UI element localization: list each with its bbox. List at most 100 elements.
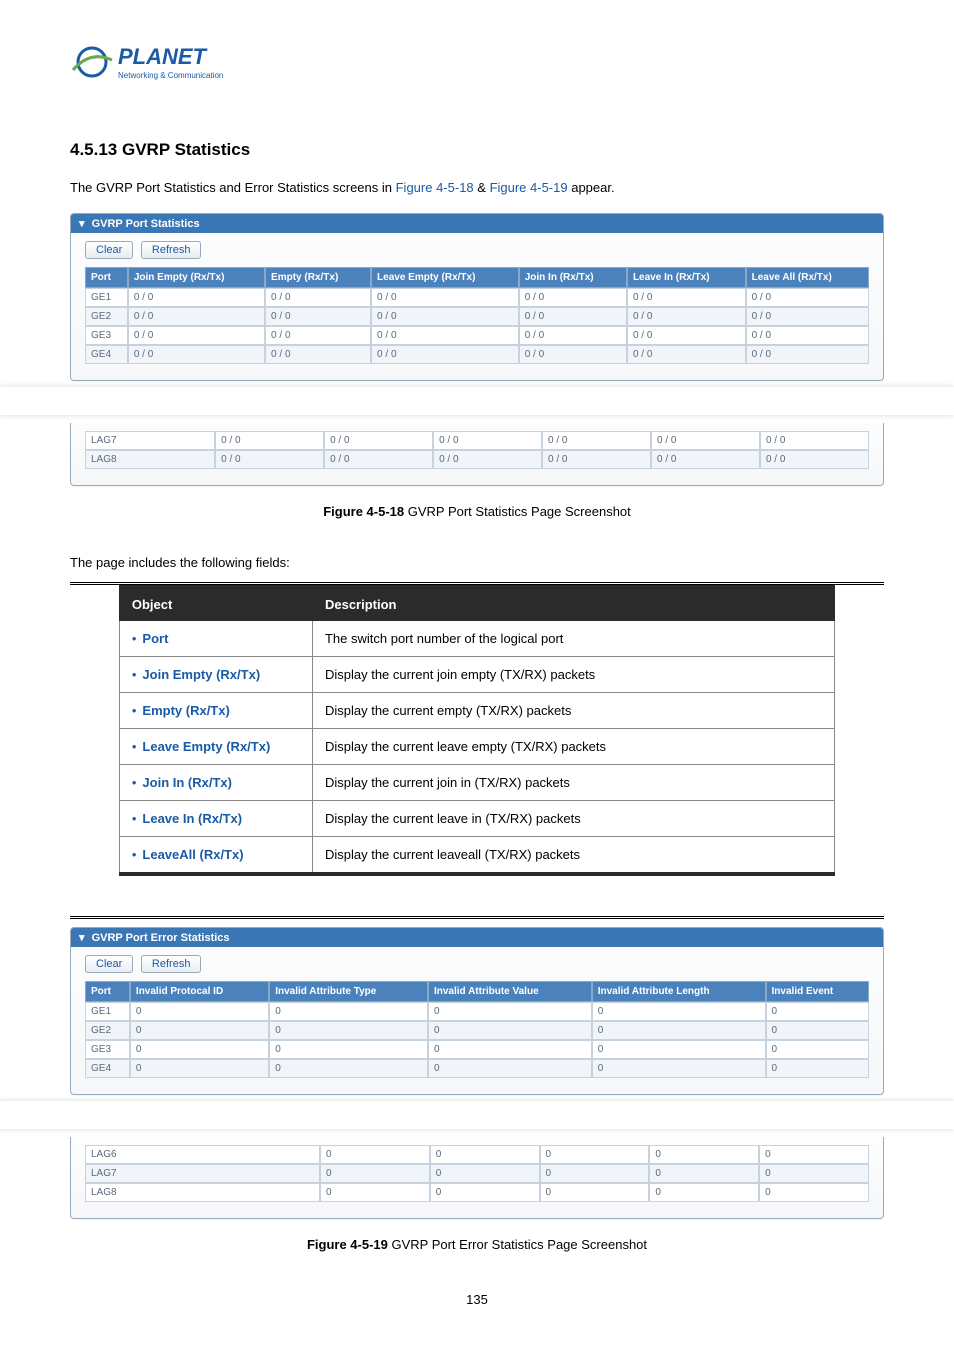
- col-header: Invalid Event: [766, 981, 869, 1002]
- chevron-down-icon: ▾: [79, 218, 85, 230]
- port-stats-table-top: PortJoin Empty (Rx/Tx)Empty (Rx/Tx)Leave…: [85, 267, 869, 364]
- table-cell: 0 / 0: [746, 345, 869, 364]
- table-row: GE10 / 00 / 00 / 00 / 00 / 00 / 0: [85, 288, 869, 307]
- col-header: Port: [85, 267, 128, 288]
- table-row: •Join Empty (Rx/Tx)Display the current j…: [119, 657, 834, 693]
- table-cell: 0 / 0: [128, 345, 265, 364]
- table-row: LAG700000: [85, 1164, 869, 1183]
- table-cell: 0 / 0: [324, 450, 433, 469]
- table-cell: 0 / 0: [746, 288, 869, 307]
- table-cell: LAG6: [85, 1145, 320, 1164]
- table-cell: 0: [428, 1059, 592, 1078]
- description-cell: Display the current leaveall (TX/RX) pac…: [312, 837, 834, 875]
- description-cell: Display the current join in (TX/RX) pack…: [312, 765, 834, 801]
- table-row: GE400000: [85, 1059, 869, 1078]
- table-cell: 0 / 0: [746, 307, 869, 326]
- table-cell: 0: [759, 1183, 869, 1202]
- table-cell: 0 / 0: [542, 431, 651, 450]
- table-cell: 0: [320, 1164, 430, 1183]
- table-row: •Empty (Rx/Tx)Display the current empty …: [119, 693, 834, 729]
- table-cell: 0 / 0: [371, 345, 519, 364]
- object-cell: •Port: [119, 621, 312, 657]
- object-cell: •Leave Empty (Rx/Tx): [119, 729, 312, 765]
- port-stats-table-bottom: LAG70 / 00 / 00 / 00 / 00 / 00 / 0LAG80 …: [85, 431, 869, 469]
- table-cell: 0 / 0: [215, 450, 324, 469]
- col-header: Invalid Attribute Type: [269, 981, 428, 1002]
- table-cell: 0 / 0: [371, 307, 519, 326]
- col-header: Join In (Rx/Tx): [519, 267, 627, 288]
- table-cell: 0 / 0: [627, 307, 746, 326]
- table-cell: 0: [130, 1021, 269, 1040]
- logo-brand-text: PLANET: [118, 44, 208, 69]
- col-header: Port: [85, 981, 130, 1002]
- table-cell: 0 / 0: [627, 288, 746, 307]
- gvrp-port-statistics-panel: ▾ GVRP Port Statistics Clear Refresh Por…: [70, 213, 884, 381]
- table-row: •LeaveAll (Rx/Tx)Display the current lea…: [119, 837, 834, 875]
- table-cell: 0 / 0: [371, 288, 519, 307]
- figure-link-2[interactable]: Figure 4-5-19: [490, 180, 568, 195]
- logo-tagline-text: Networking & Communication: [118, 71, 223, 80]
- table-row: LAG80 / 00 / 00 / 00 / 00 / 00 / 0: [85, 450, 869, 469]
- table-cell: 0: [759, 1164, 869, 1183]
- table-cell: 0: [540, 1145, 650, 1164]
- table-cell: 0 / 0: [627, 326, 746, 345]
- panel-title[interactable]: ▾ GVRP Port Error Statistics: [71, 928, 883, 947]
- table-row: •Join In (Rx/Tx)Display the current join…: [119, 765, 834, 801]
- table-row: LAG600000: [85, 1145, 869, 1164]
- table-cell: 0 / 0: [519, 288, 627, 307]
- table-row: •PortThe switch port number of the logic…: [119, 621, 834, 657]
- table-cell: 0: [592, 1021, 766, 1040]
- table-row: GE40 / 00 / 00 / 00 / 00 / 00 / 0: [85, 345, 869, 364]
- panel-title[interactable]: ▾ GVRP Port Statistics: [71, 214, 883, 233]
- table-row: GE200000: [85, 1021, 869, 1040]
- figure-caption-1: Figure 4-5-18 GVRP Port Statistics Page …: [70, 504, 884, 519]
- col-header: Invalid Protocal ID: [130, 981, 269, 1002]
- table-cell: 0: [592, 1002, 766, 1021]
- clear-button[interactable]: Clear: [85, 955, 133, 973]
- table-cell: 0 / 0: [627, 345, 746, 364]
- table-cell: 0: [269, 1040, 428, 1059]
- table-cell: 0: [430, 1145, 540, 1164]
- table-cell: 0: [130, 1040, 269, 1059]
- table-cell: 0 / 0: [371, 326, 519, 345]
- table-row: LAG800000: [85, 1183, 869, 1202]
- col-object: Object: [119, 587, 312, 621]
- table-cell: 0 / 0: [519, 307, 627, 326]
- table-cell: 0 / 0: [128, 307, 265, 326]
- table-cell: 0 / 0: [265, 326, 371, 345]
- page-break-gap: [0, 387, 954, 415]
- table-row: LAG70 / 00 / 00 / 00 / 00 / 00 / 0: [85, 431, 869, 450]
- table-cell: 0: [766, 1059, 869, 1078]
- table-cell: 0: [320, 1145, 430, 1164]
- refresh-button[interactable]: Refresh: [141, 955, 202, 973]
- refresh-button[interactable]: Refresh: [141, 241, 202, 259]
- table-cell: 0: [269, 1059, 428, 1078]
- table-cell: GE1: [85, 288, 128, 307]
- table-cell: 0 / 0: [746, 326, 869, 345]
- table-row: •Leave Empty (Rx/Tx)Display the current …: [119, 729, 834, 765]
- table-cell: 0: [766, 1040, 869, 1059]
- table-cell: LAG8: [85, 1183, 320, 1202]
- object-cell: •Empty (Rx/Tx): [119, 693, 312, 729]
- col-header: Join Empty (Rx/Tx): [128, 267, 265, 288]
- table-row: GE20 / 00 / 00 / 00 / 00 / 00 / 0: [85, 307, 869, 326]
- table-cell: 0: [759, 1145, 869, 1164]
- table-cell: 0 / 0: [760, 431, 869, 450]
- object-cell: •Leave In (Rx/Tx): [119, 801, 312, 837]
- col-header: Leave In (Rx/Tx): [627, 267, 746, 288]
- table-row: •Leave In (Rx/Tx)Display the current lea…: [119, 801, 834, 837]
- table-row: GE100000: [85, 1002, 869, 1021]
- table-cell: 0 / 0: [433, 431, 542, 450]
- figure-caption-2: Figure 4-5-19 GVRP Port Error Statistics…: [70, 1237, 884, 1252]
- table-cell: 0: [130, 1002, 269, 1021]
- table-cell: 0 / 0: [519, 326, 627, 345]
- table-cell: LAG7: [85, 1164, 320, 1183]
- col-description: Description: [312, 587, 834, 621]
- figure-link-1[interactable]: Figure 4-5-18: [396, 180, 474, 195]
- table-cell: GE3: [85, 1040, 130, 1059]
- clear-button[interactable]: Clear: [85, 241, 133, 259]
- table-cell: GE2: [85, 1021, 130, 1040]
- table-cell: 0 / 0: [215, 431, 324, 450]
- table-cell: 0: [592, 1059, 766, 1078]
- table-cell: 0 / 0: [519, 345, 627, 364]
